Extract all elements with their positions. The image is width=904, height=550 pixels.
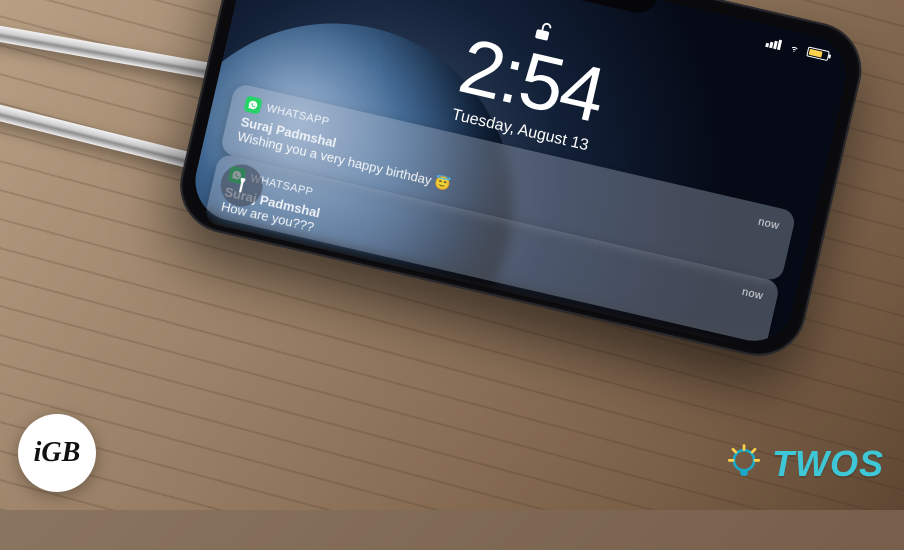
twos-logo-text: TWOS [772,443,884,485]
whatsapp-icon [243,95,262,114]
battery-icon [806,46,830,61]
igb-logo-text: iGB [34,437,81,469]
wifi-icon [787,42,803,55]
lock-screen[interactable]: Airtel 2:54 Tuesday, August 13 WHATSAPP [188,0,854,349]
lightbulb-icon [722,442,766,486]
notification-time: now [741,286,765,303]
status-right [765,37,830,61]
phone-body: Airtel 2:54 Tuesday, August 13 WHATSAPP [171,0,871,365]
signal-icon [765,37,783,50]
notification-time: now [757,216,781,233]
twos-logo: TWOS [722,442,884,486]
igb-logo: iGB [18,414,96,492]
